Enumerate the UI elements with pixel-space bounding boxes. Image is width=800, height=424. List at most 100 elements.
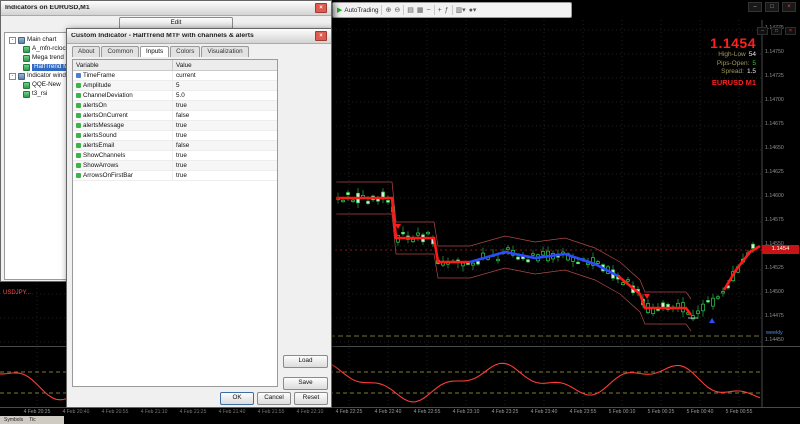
indicator-icon	[23, 55, 30, 62]
input-value[interactable]: 5	[173, 82, 277, 89]
input-row[interactable]: ArrowsOnFirstBar true	[73, 171, 277, 181]
collapse-icon[interactable]: -	[9, 37, 16, 44]
tree-item[interactable]: t3_rsi	[23, 90, 47, 99]
time-axis[interactable]: 4 Feb 20:254 Feb 20:404 Feb 20:554 Feb 2…	[0, 408, 800, 420]
save-button[interactable]: Save	[283, 377, 328, 390]
pips-open-row: Pips-Open:5	[576, 61, 756, 68]
time-axis-label: 4 Feb 23:40	[525, 410, 563, 415]
autotrading-button[interactable]: ▶ AutoTrading	[337, 7, 378, 14]
input-value[interactable]: 5.0	[173, 92, 277, 99]
tab-common[interactable]: Common	[101, 46, 139, 57]
candlestick-chart-icon[interactable]: ▦	[417, 7, 424, 14]
autotrading-play-icon: ▶	[337, 7, 342, 14]
input-variable-name: TimeFrame	[83, 72, 115, 79]
symbol-label: EURUSD	[712, 78, 744, 87]
tab-tick-chart[interactable]: Tic	[29, 418, 35, 423]
input-row[interactable]: alertsSoundtrue	[73, 131, 277, 141]
input-row[interactable]: ShowChannelstrue	[73, 151, 277, 161]
input-value[interactable]: true	[173, 162, 277, 169]
input-variable-name: ArrowsOnFirstBar	[83, 172, 133, 179]
toolbar: ▶ AutoTrading ⊕⊖ ▤▦~ +ƒ ▥▾●▾	[332, 2, 572, 18]
current-price-tag: 1.1454	[762, 245, 799, 254]
stat-label: Spread:	[721, 68, 744, 75]
tree-group-label: Main chart	[27, 37, 56, 43]
input-value[interactable]: true	[173, 172, 277, 179]
input-type-icon	[76, 73, 81, 78]
custom-dialog-titlebar[interactable]: Custom Indicator - HalfTrend MTF with ch…	[67, 29, 331, 44]
indicators-icon[interactable]: ƒ	[445, 7, 449, 14]
input-row[interactable]: TimeFrame current	[73, 71, 277, 81]
inputs-grid: Variable Value TimeFramecurrentAmplitude…	[72, 59, 278, 387]
zoom-out-icon[interactable]: ⊖	[394, 7, 400, 14]
restore-button[interactable]: □	[765, 2, 779, 12]
input-type-icon	[76, 93, 81, 98]
input-row[interactable]: Amplitude5	[73, 81, 277, 91]
input-value[interactable]: true	[173, 132, 277, 139]
high-low-row: High-Low54	[576, 52, 756, 59]
bar-chart-icon[interactable]: ▤	[407, 7, 414, 14]
load-button[interactable]: Load	[283, 355, 328, 368]
stat-label: Pips-Open:	[717, 60, 750, 67]
input-variable-cell: ChannelDeviation	[73, 91, 173, 101]
tree-item-label: QQE-New	[32, 82, 61, 88]
chart-restore-button[interactable]: □	[771, 27, 782, 35]
input-type-icon	[76, 83, 81, 88]
time-axis-label: 4 Feb 22:55	[408, 410, 446, 415]
chart-close-button[interactable]: ×	[785, 27, 796, 35]
templates-dropdown-icon[interactable]: ●▾	[469, 7, 477, 14]
input-row[interactable]: alertsEmailfalse	[73, 141, 277, 151]
indicators-dialog-titlebar[interactable]: Indicators on EURUSD,M1 ×	[1, 1, 331, 16]
input-value[interactable]: true	[173, 102, 277, 109]
input-variable-name: alertsMessage	[83, 122, 124, 129]
custom-dialog-title: Custom Indicator - HalfTrend MTF with ch…	[71, 33, 254, 40]
input-value[interactable]: true	[173, 152, 277, 159]
input-value[interactable]: current	[173, 72, 277, 79]
crosshair-icon[interactable]: +	[438, 7, 442, 14]
input-row[interactable]: alertsMessage true	[73, 121, 277, 131]
time-axis-label: 4 Feb 22:40	[369, 410, 407, 415]
tab-symbols[interactable]: Symbols	[4, 418, 23, 423]
input-type-icon	[76, 163, 81, 168]
input-variable-cell: alertsOn	[73, 101, 173, 111]
input-value[interactable]: false	[173, 142, 277, 149]
period-label: M1	[746, 78, 756, 87]
close-icon[interactable]: ×	[315, 3, 327, 13]
reset-button[interactable]: Reset	[294, 392, 328, 405]
tree-item-label: t3_rsi	[32, 91, 47, 97]
input-row[interactable]: ChannelDeviation5.0	[73, 91, 277, 101]
zoom-in-icon[interactable]: ⊕	[385, 7, 391, 14]
tab-colors[interactable]: Colors	[170, 46, 200, 57]
close-button[interactable]: ×	[782, 2, 796, 12]
input-row[interactable]: ShowArrowstrue	[73, 161, 277, 171]
tree-group[interactable]: - Main chart	[9, 36, 56, 45]
stat-value: 1.5	[747, 68, 756, 75]
periods-dropdown-icon[interactable]: ▥▾	[456, 7, 466, 14]
tree-item[interactable]: Mega trend	[23, 54, 64, 63]
time-axis-label: 5 Feb 00:25	[642, 410, 680, 415]
input-row[interactable]: alertsOnCurrentfalse	[73, 111, 277, 121]
autotrading-label: AutoTrading	[344, 7, 378, 14]
dialog-tabs: AboutCommonInputsColorsVisualization	[72, 46, 250, 57]
indicator-icon	[23, 46, 30, 53]
tab-about[interactable]: About	[72, 46, 100, 57]
symbol-period-label: EURUSD M1	[576, 79, 756, 87]
weekly-level-label: weekly	[766, 331, 783, 337]
line-chart-icon[interactable]: ~	[426, 7, 430, 14]
chart-minimize-button[interactable]: –	[757, 27, 768, 35]
input-row[interactable]: alertsOntrue	[73, 101, 277, 111]
cancel-button[interactable]: Cancel	[257, 392, 291, 405]
collapse-icon[interactable]: -	[9, 73, 16, 80]
inputs-grid-body: TimeFrame current Amplitude5ChannelDeviati…	[73, 71, 277, 181]
stat-value: 54	[749, 51, 756, 58]
input-type-icon	[76, 103, 81, 108]
input-variable-cell: alertsEmail	[73, 141, 173, 151]
custom-indicator-dialog: Custom Indicator - HalfTrend MTF with ch…	[66, 28, 332, 408]
close-icon[interactable]: ×	[315, 31, 327, 41]
tab-visualization[interactable]: Visualization	[201, 46, 248, 57]
ok-button[interactable]: OK	[220, 392, 254, 405]
input-value[interactable]: false	[173, 112, 277, 119]
minimize-button[interactable]: –	[748, 2, 762, 12]
input-value[interactable]: true	[173, 122, 277, 129]
tree-item[interactable]: QQE-New	[23, 81, 61, 90]
tab-inputs[interactable]: Inputs	[140, 46, 169, 57]
